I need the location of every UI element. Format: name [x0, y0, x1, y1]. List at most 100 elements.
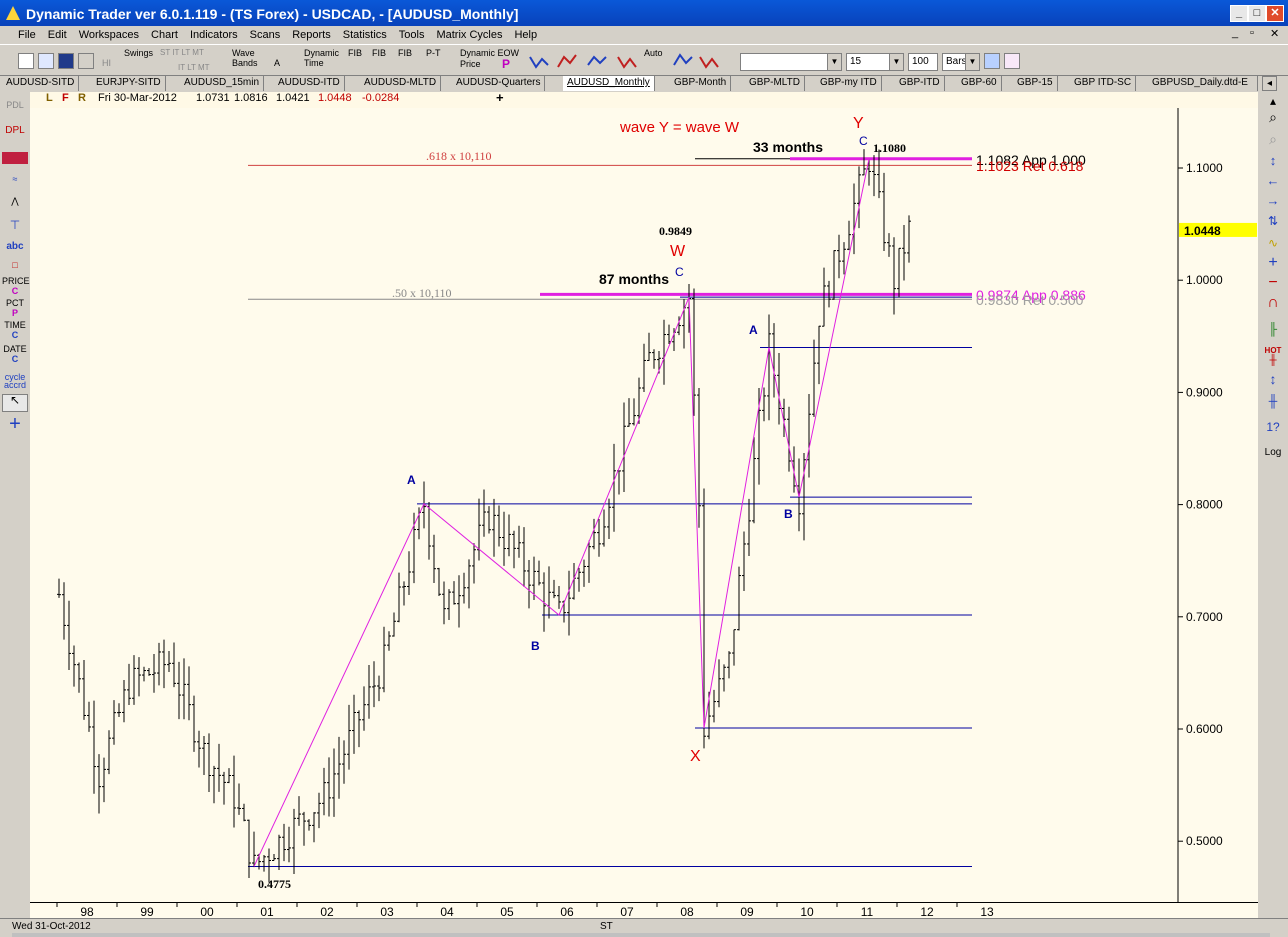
tab-scroll-left-button[interactable]: ◂: [1262, 76, 1278, 91]
bar-chart-icon[interactable]: ╫: [1260, 395, 1286, 407]
hot-bars-icon[interactable]: ╫: [1260, 356, 1286, 366]
info-l[interactable]: L: [46, 92, 53, 104]
save-icon[interactable]: [58, 53, 74, 69]
horizontal-scrollbar[interactable]: [12, 933, 1270, 937]
tab-gbp-my-itd[interactable]: GBP-my ITD: [816, 76, 882, 91]
menu-chart[interactable]: Chart: [147, 29, 186, 41]
menu-matrix-cycles[interactable]: Matrix Cycles: [432, 29, 510, 41]
tab-gbp-60[interactable]: GBP-60: [957, 76, 1002, 91]
tab-gbpusd-daily[interactable]: GBPUSD_Daily.dtd-E: [1148, 76, 1258, 91]
scale-updown-icon[interactable]: ↕: [1260, 154, 1286, 167]
pattern-tools-icons[interactable]: [528, 51, 728, 73]
add-icon[interactable]: +: [1260, 255, 1286, 271]
interval-select[interactable]: 15 ▼: [846, 53, 904, 71]
box-icon[interactable]: □: [2, 260, 28, 270]
wave-yellow-icon[interactable]: ∿: [1260, 237, 1286, 249]
dynamic-time-button[interactable]: Dynamic Time: [304, 48, 342, 74]
tab-audusd-mltd[interactable]: AUDUSD-MLTD: [360, 76, 442, 91]
tab-gbp-month[interactable]: GBP-Month: [670, 76, 732, 91]
close-button[interactable]: ✕: [1266, 5, 1284, 22]
accrd-button[interactable]: accrd: [2, 380, 28, 390]
pct-button[interactable]: PCT: [2, 298, 28, 308]
crosshair-icon[interactable]: +: [496, 90, 504, 105]
tab-gbp-itd-sc[interactable]: GBP ITD-SC: [1070, 76, 1137, 91]
scroll-up-icon[interactable]: ▴: [1260, 95, 1286, 107]
menu-workspaces[interactable]: Workspaces: [75, 29, 147, 41]
remove-icon[interactable]: −: [1260, 275, 1286, 291]
compress-icon[interactable]: ⇅: [1260, 215, 1286, 227]
symbol-select[interactable]: ▼: [740, 53, 842, 71]
price-chart[interactable]: 1.1000 1.0000 0.9000 0.8000 0.7000 0.6000 0.50…: [30, 108, 1258, 902]
tab-audusd-15min[interactable]: AUDUSD_15min: [180, 76, 265, 91]
magnet-icon[interactable]: ∩: [1260, 295, 1286, 311]
crosshair-tool-icon[interactable]: +: [2, 414, 28, 434]
help-scale-button[interactable]: 1?: [1260, 421, 1286, 433]
projection-icon[interactable]: ⊤: [2, 219, 28, 236]
zigzag-icon[interactable]: ⋀: [2, 196, 28, 210]
menu-help[interactable]: Help: [510, 29, 545, 41]
new-chart-icon[interactable]: [18, 53, 34, 69]
zoom-out-icon[interactable]: ⌕: [1260, 132, 1286, 146]
tab-audusd-sitd[interactable]: AUDUSD-SITD: [2, 76, 80, 91]
highlight-icon[interactable]: [2, 152, 28, 164]
fib-time-3-button[interactable]: FIB: [398, 48, 412, 74]
tab-audusd-itd[interactable]: AUDUSD-ITD: [274, 76, 345, 91]
tab-gbp-itd[interactable]: GBP-ITD: [895, 76, 945, 91]
arrow-right-icon[interactable]: →: [1260, 194, 1286, 207]
tab-eurjpy-sitd[interactable]: EURJPY-SITD: [92, 76, 166, 91]
info-r[interactable]: R: [78, 92, 86, 104]
price-button[interactable]: PRICE: [2, 276, 30, 286]
arrow-left-icon[interactable]: ←: [1260, 174, 1286, 187]
tab-gbp-mltd[interactable]: GBP-MLTD: [745, 76, 805, 91]
mdi-close-button[interactable]: ✕: [1270, 27, 1279, 40]
menu-indicators[interactable]: Indicators: [186, 29, 246, 41]
fib-time-1-button[interactable]: FIB: [348, 48, 362, 74]
abc-button[interactable]: abc: [2, 242, 28, 252]
glasses-icon[interactable]: [1004, 53, 1020, 69]
wave-icon[interactable]: ≈: [2, 174, 28, 188]
tab-audusd-quarters[interactable]: AUDUSD-Quarters: [452, 76, 546, 91]
dpl-button[interactable]: DPL: [2, 126, 28, 136]
maximize-button[interactable]: □: [1248, 5, 1266, 22]
pt-button[interactable]: P-T: [426, 48, 441, 74]
bars-select[interactable]: Bars ▼: [942, 53, 980, 71]
wave-x-label: X: [690, 748, 701, 765]
pdl-button[interactable]: PDL: [2, 100, 28, 110]
wave-bands-button[interactable]: Wave Bands: [232, 48, 266, 74]
menu-scans[interactable]: Scans: [246, 29, 289, 41]
bars-green-icon[interactable]: ╟: [1260, 323, 1286, 335]
time-c-button[interactable]: C: [2, 330, 28, 340]
chart-svg[interactable]: 1.1000 1.0000 0.9000 0.8000 0.7000 0.6000 0.50…: [30, 108, 1258, 902]
menu-tools[interactable]: Tools: [395, 29, 433, 41]
pct-p-button[interactable]: P: [2, 308, 28, 318]
menu-file[interactable]: File: [14, 29, 44, 41]
tab-audusd-monthly[interactable]: AUDUSD_Monthly: [563, 76, 655, 91]
pointer-icon[interactable]: ↖: [2, 394, 28, 412]
tall-bar-icon[interactable]: ↕: [1260, 372, 1286, 386]
mdi-restore-button[interactable]: ▫: [1250, 27, 1254, 39]
open-icon[interactable]: [38, 53, 54, 69]
info-f[interactable]: F: [62, 92, 69, 104]
fib-time-2-button[interactable]: FIB: [372, 48, 386, 74]
price-c-button[interactable]: C: [2, 286, 28, 296]
zoom-icon[interactable]: ⌕: [1260, 110, 1286, 124]
x-tick-label: 12: [920, 905, 934, 919]
menu-edit[interactable]: Edit: [44, 29, 75, 41]
log-button[interactable]: Log: [1260, 448, 1286, 458]
x-tick-label: 02: [320, 905, 334, 919]
print-icon[interactable]: [78, 53, 94, 69]
status-bar: Wed 31-Oct-2012 ST: [0, 918, 1288, 937]
bars-view-icon[interactable]: [984, 53, 1000, 69]
menu-statistics[interactable]: Statistics: [339, 29, 395, 41]
bar-count-input[interactable]: 100: [908, 53, 938, 71]
status-st: ST: [600, 921, 613, 932]
tab-gbp-15[interactable]: GBP-15: [1013, 76, 1058, 91]
swing-zigzag: [253, 158, 870, 867]
time-button[interactable]: TIME: [2, 320, 28, 330]
minimize-button[interactable]: _: [1230, 5, 1248, 22]
date-c-button[interactable]: C: [2, 354, 28, 364]
date-button[interactable]: DATE: [2, 344, 28, 354]
mdi-minimize-button[interactable]: _: [1232, 27, 1238, 39]
chevron-down-icon: ▼: [965, 54, 979, 70]
menu-reports[interactable]: Reports: [288, 29, 339, 41]
